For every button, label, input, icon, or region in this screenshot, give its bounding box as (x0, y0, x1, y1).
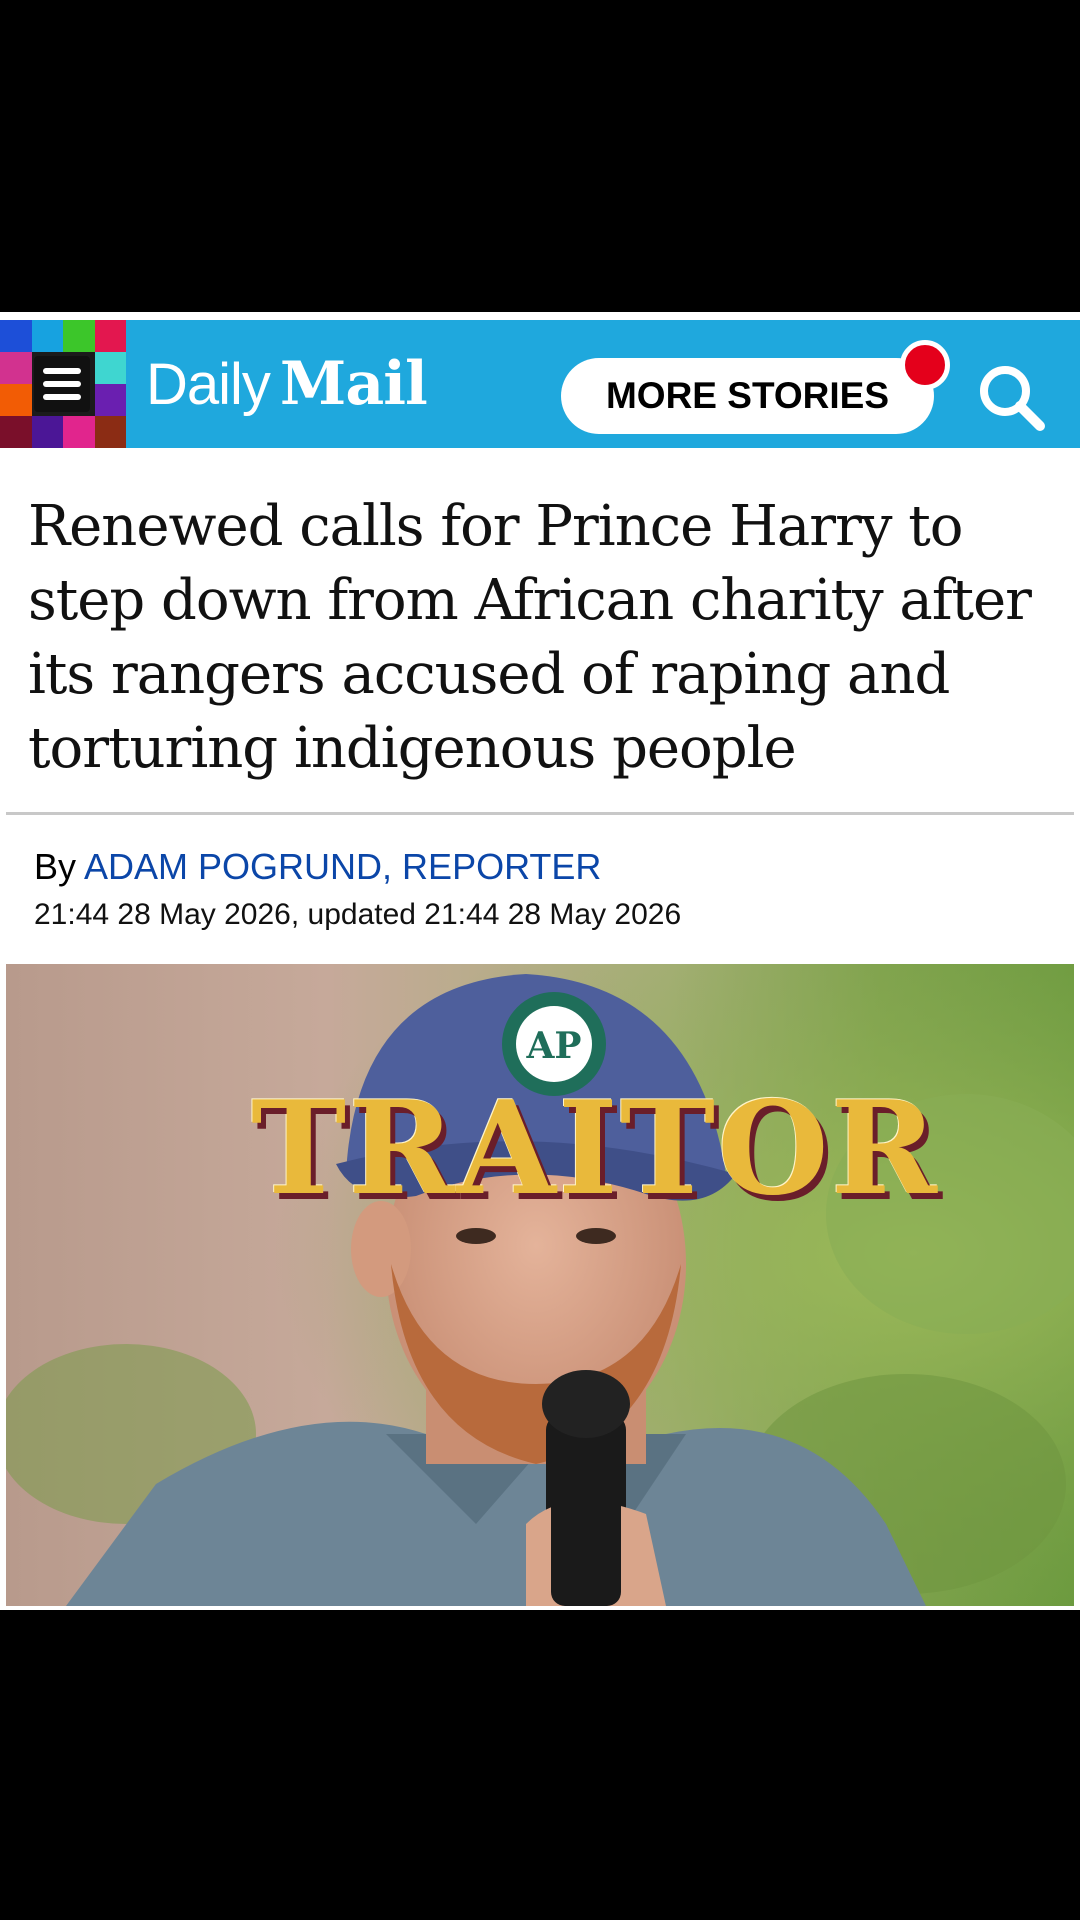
menu-color-cell (0, 384, 32, 416)
hamburger-icon[interactable] (34, 356, 90, 412)
more-stories-label: MORE STORIES (605, 375, 890, 416)
traitor-overlay-text: TRAITOR (251, 1074, 939, 1224)
menu-color-cell (94, 384, 126, 416)
menu-color-cell (94, 352, 126, 384)
menu-color-cell (0, 320, 32, 352)
byline-prefix: By (34, 846, 85, 887)
menu-color-cell (94, 320, 126, 352)
site-header: Daily Mail MORE STORIES (0, 320, 1080, 448)
article-headline: Renewed calls for Prince Harry to step d… (28, 494, 1032, 781)
menu-color-cell (63, 416, 95, 448)
headline-divider (6, 812, 1074, 815)
article-page: Daily Mail MORE STORIES Renewed calls fo… (0, 312, 1080, 1610)
menu-color-cell (0, 416, 32, 448)
hero-illustration: AP (6, 964, 1074, 1606)
search-icon[interactable] (974, 360, 1048, 434)
logo-mail-text: Mail (279, 349, 428, 419)
menu-color-cell (31, 416, 63, 448)
menu-color-cell (31, 320, 63, 352)
menu-color-cell (94, 416, 126, 448)
byline: By ADAM POGRUND, REPORTER (34, 846, 601, 888)
author-link[interactable]: ADAM POGRUND, REPORTER (84, 846, 601, 887)
logo-daily-text: Daily (146, 351, 271, 417)
cap-badge-letters: AP (525, 1025, 581, 1067)
article-hero-image[interactable]: AP TRAITOR (6, 964, 1074, 1606)
dateline: 21:44 28 May 2026, updated 21:44 28 May … (34, 898, 682, 931)
menu-color-cell (0, 352, 32, 384)
more-stories-button[interactable]: MORE STORIES (561, 358, 934, 434)
menu-color-cell (63, 320, 95, 352)
daily-mail-logo[interactable]: Daily Mail (146, 342, 428, 426)
notification-dot (900, 340, 950, 390)
bottom-black-bar (0, 1610, 1080, 1920)
top-black-bar (0, 0, 1080, 312)
